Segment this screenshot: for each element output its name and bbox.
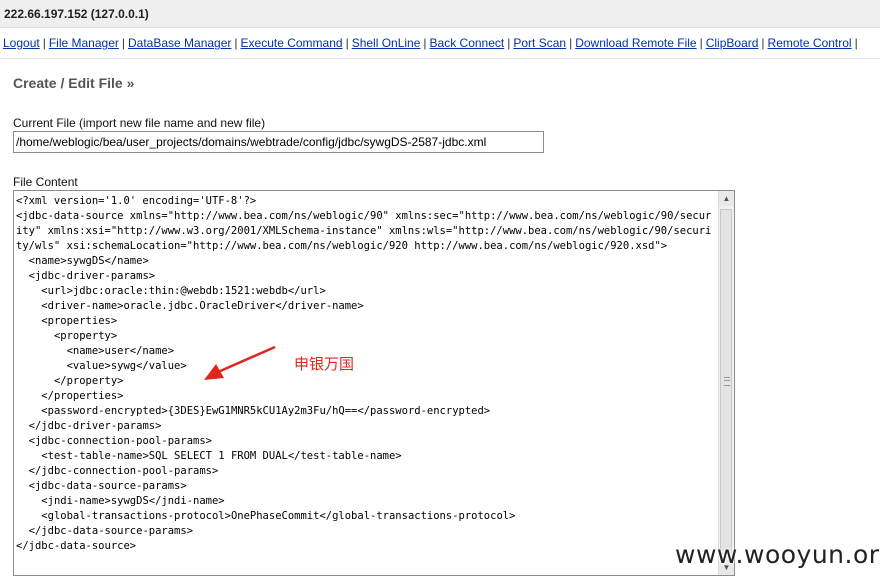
watermark: www.wooyun.org [675, 540, 880, 569]
red-arrow-icon [204, 345, 276, 380]
annotation-text: 申银万国 [294, 355, 355, 373]
